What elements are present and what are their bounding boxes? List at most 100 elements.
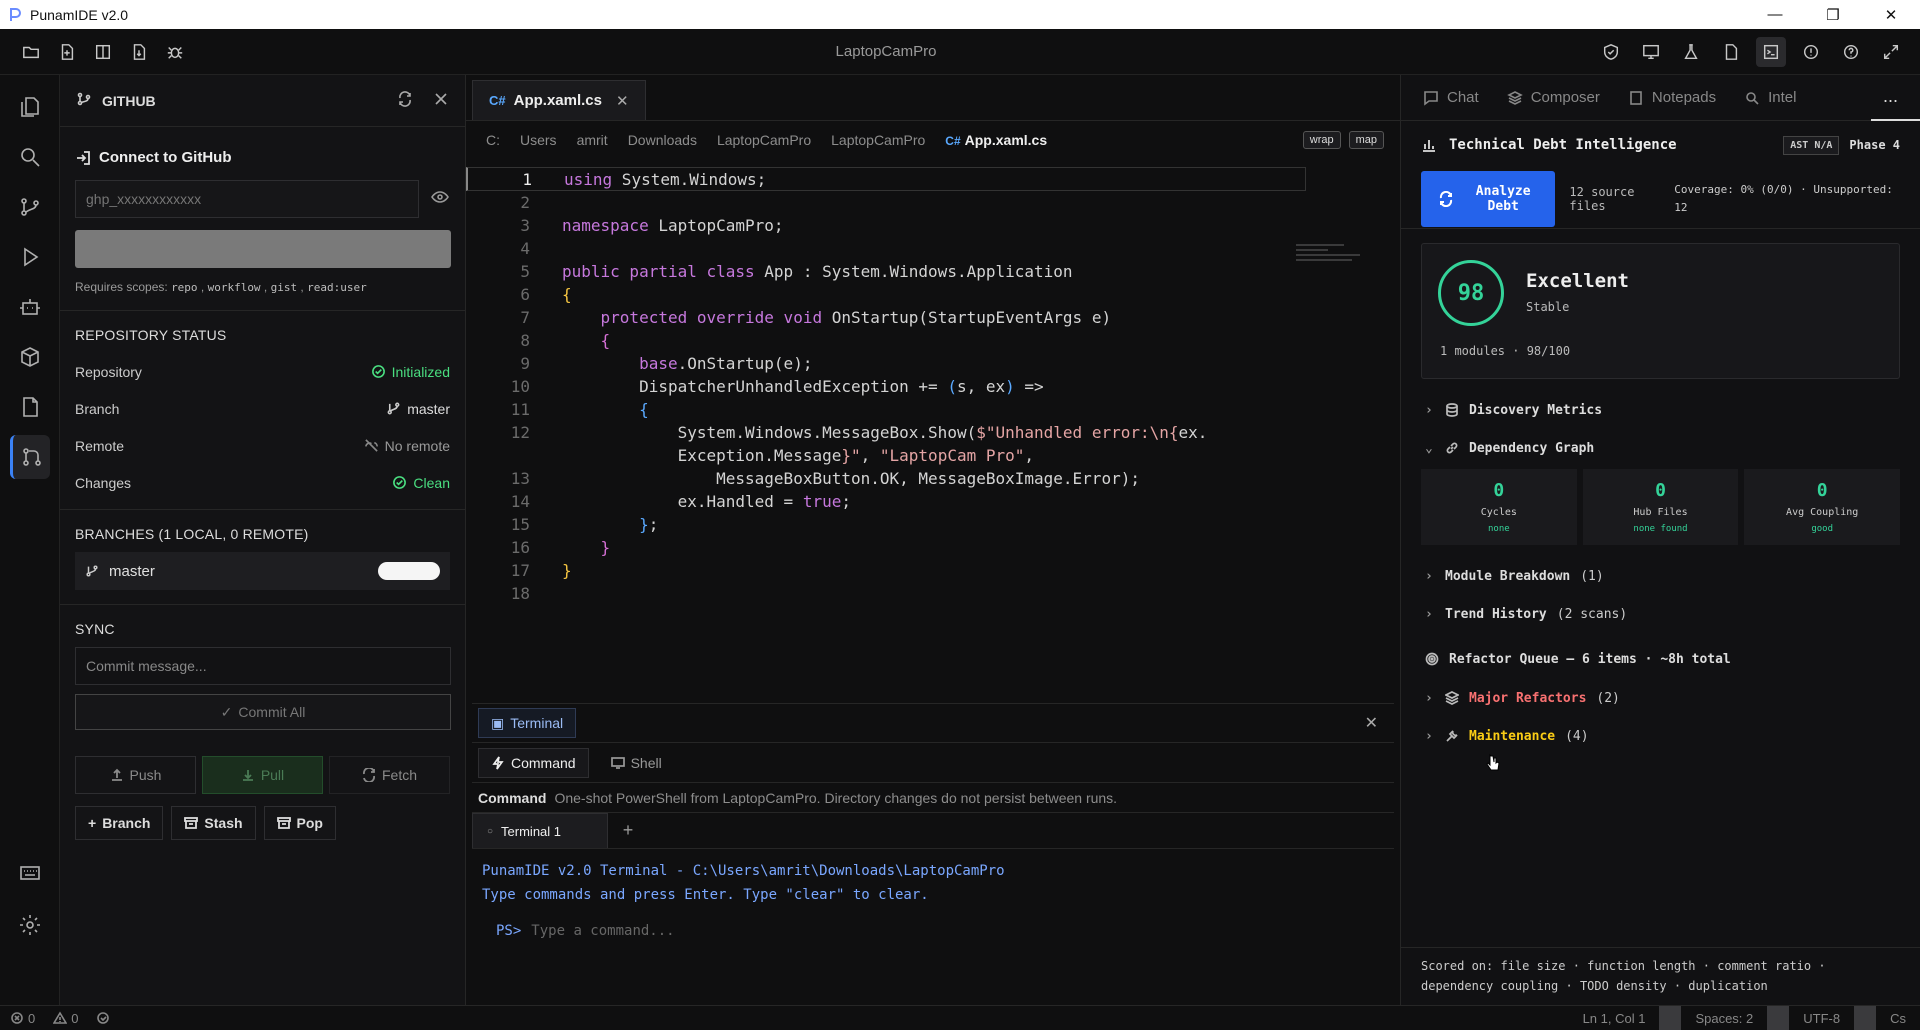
package-icon[interactable] (10, 335, 50, 379)
commit-message-input[interactable]: Commit message... (75, 647, 451, 685)
code-editor[interactable]: 1 using System.Windows; 2 3 namespace Lapt… (466, 159, 1400, 603)
robot-icon[interactable] (10, 285, 50, 329)
close-terminal-icon[interactable]: ✕ (1365, 713, 1388, 733)
new-file-icon[interactable] (52, 37, 82, 67)
search-icon[interactable] (10, 135, 50, 179)
discovery-metrics-section[interactable]: › Discovery Metrics (1401, 391, 1920, 429)
command-description: Command One-shot PowerShell from LaptopCa… (472, 782, 1394, 812)
refactor-queue-heading: Refactor Queue — 6 items · ~8h total (1401, 639, 1920, 679)
indentation[interactable]: Spaces: 2 (1681, 1006, 1767, 1030)
terminal-1-tab[interactable]: ○ Terminal 1 (472, 813, 608, 848)
breadcrumb-item[interactable]: amrit (577, 132, 608, 148)
keyboard-icon[interactable] (10, 851, 50, 895)
shield-icon[interactable] (1596, 37, 1626, 67)
pop-button[interactable]: Pop (263, 806, 336, 840)
tab-composer[interactable]: Composer (1506, 89, 1600, 106)
close-tab-icon[interactable]: ✕ (616, 92, 629, 110)
branch-icon (86, 565, 98, 577)
refresh-icon[interactable] (397, 91, 413, 110)
commit-all-button[interactable]: ✓ Commit All (75, 694, 451, 730)
breadcrumb-item[interactable]: LaptopCamPro (717, 132, 811, 148)
stash-button[interactable]: Stash (171, 806, 256, 840)
analyze-debt-button[interactable]: Analyze Debt (1421, 170, 1556, 227)
command-mode-tab[interactable]: Command (478, 747, 589, 778)
login-icon (77, 150, 90, 165)
close-sidebar-icon[interactable] (433, 91, 449, 110)
maintenance-section[interactable]: › Maintenance (4) (1401, 717, 1920, 755)
archive-icon (276, 817, 291, 829)
score-trend: Stable (1526, 300, 1570, 314)
terminal-input[interactable]: PS> Type a command... (472, 917, 1394, 945)
file-icon[interactable] (1716, 37, 1746, 67)
save-file-icon[interactable] (124, 37, 154, 67)
sync-status-icon[interactable] (96, 1011, 110, 1026)
breadcrumb-item[interactable]: LaptopCamPro (831, 132, 925, 148)
connect-github-heading: Connect to GitHub (75, 149, 450, 166)
more-menu-button[interactable]: ... (1870, 75, 1920, 121)
restore-button[interactable]: ❐ (1804, 0, 1862, 29)
explorer-icon[interactable] (10, 85, 50, 129)
help-icon[interactable] (1836, 37, 1866, 67)
push-button[interactable]: Push (75, 756, 196, 794)
tab-chat[interactable]: Chat (1423, 89, 1479, 106)
git-branch-icon (76, 91, 102, 110)
breadcrumb-item[interactable]: Downloads (628, 132, 697, 148)
wrap-toggle-button[interactable]: wrap (1302, 131, 1341, 149)
info-icon[interactable] (1796, 37, 1826, 67)
minimap[interactable] (1296, 241, 1376, 273)
terminal-panel-tab[interactable]: ▣ Terminal (478, 708, 577, 738)
debug-icon[interactable] (160, 37, 190, 67)
tab-intel[interactable]: Intel (1744, 89, 1796, 106)
current-branch-badge (378, 562, 440, 580)
branches-heading: BRANCHES (1 LOCAL, 0 REMOTE) (75, 526, 309, 542)
new-terminal-button[interactable]: + (608, 813, 648, 848)
branch-row: Branch master (75, 400, 450, 417)
close-window-button[interactable]: ✕ (1862, 0, 1920, 29)
split-view-icon[interactable] (88, 37, 118, 67)
metric-hub-files: 0 Hub Files none found (1582, 469, 1739, 545)
layers-icon (1445, 691, 1459, 705)
mouse-cursor-icon (1486, 753, 1500, 771)
open-folder-icon[interactable] (16, 37, 46, 67)
download-icon (242, 770, 253, 781)
github-panel-icon[interactable] (10, 435, 50, 479)
document-icon[interactable] (10, 385, 50, 429)
terminal-panel: ▣ Terminal ✕ Command Shell Command One-sho… (472, 703, 1394, 1003)
shell-mode-tab[interactable]: Shell (599, 748, 674, 778)
branch-item-master[interactable]: master (75, 552, 450, 590)
terminal-toggle-icon[interactable] (1756, 36, 1786, 67)
source-control-icon[interactable] (10, 185, 50, 229)
trend-history-section[interactable]: › Trend History (2 scans) (1401, 595, 1920, 633)
connect-button[interactable] (75, 230, 451, 268)
run-icon[interactable] (10, 235, 50, 279)
tab-app-xaml-cs[interactable]: C# App.xaml.cs ✕ (472, 80, 646, 120)
errors-indicator[interactable]: 0 (10, 1011, 35, 1026)
flask-icon[interactable] (1676, 37, 1706, 67)
archive-icon (184, 817, 199, 829)
pull-button[interactable]: Pull (202, 756, 323, 794)
monitor-icon[interactable] (1636, 37, 1666, 67)
coverage-info: Coverage: 0% (0/0) · Unsupported: 12 (1674, 182, 1893, 214)
breadcrumb-item[interactable]: Users (520, 132, 557, 148)
minimize-button[interactable]: — (1746, 0, 1804, 29)
minimap-toggle-button[interactable]: map (1348, 131, 1384, 149)
new-branch-button[interactable]: + Branch (75, 806, 164, 840)
ast-badge: AST N/A (1783, 135, 1840, 155)
breadcrumb-item[interactable]: C: (486, 132, 500, 148)
language-mode[interactable]: Cs (1876, 1006, 1920, 1030)
fetch-button[interactable]: Fetch (329, 756, 450, 794)
major-refactors-section[interactable]: › Major Refactors (2) (1401, 679, 1920, 717)
tab-notepads[interactable]: Notepads (1628, 89, 1716, 106)
dependency-graph-section[interactable]: ⌄ Dependency Graph (1401, 429, 1920, 467)
breadcrumb-current-file[interactable]: C# App.xaml.cs (945, 132, 1047, 148)
github-token-input[interactable] (75, 180, 419, 218)
warnings-indicator[interactable]: 0 (53, 1011, 78, 1026)
score-ring: 98 (1438, 260, 1504, 326)
expand-icon[interactable] (1876, 37, 1906, 67)
module-breakdown-section[interactable]: › Module Breakdown (1) (1401, 557, 1920, 595)
check-circle-icon (371, 365, 385, 378)
settings-gear-icon[interactable] (10, 903, 50, 947)
show-token-eye-icon[interactable] (419, 188, 449, 210)
cursor-position[interactable]: Ln 1, Col 1 (1569, 1006, 1660, 1030)
encoding[interactable]: UTF-8 (1789, 1006, 1854, 1030)
